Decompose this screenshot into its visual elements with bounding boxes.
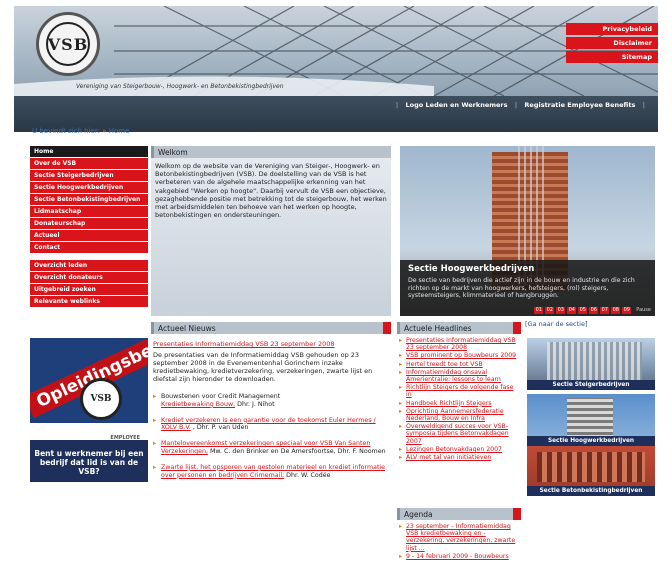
privacy-link[interactable]: Privacybeleid [566, 23, 658, 35]
nav-item-over[interactable]: Over de VSB [30, 158, 148, 170]
logo-text: VSB [46, 22, 90, 66]
headline-link[interactable]: Handboek Richtlijn Steigers [399, 400, 519, 407]
thumb-caption: Sectie Betonbekistingbedrijven [527, 486, 655, 496]
headline-link[interactable]: Informatiemiddag onsaval Amerientralie: … [399, 369, 519, 383]
breadcrumb-prefix: U bevindt zich hier: [32, 127, 100, 135]
slide-page-1[interactable]: 01 [534, 307, 544, 314]
welcome-panel: Welkom Welkom op de website van de Veren… [151, 146, 391, 316]
thumb-caption: Sectie Hoogwerkbedrijven [527, 436, 655, 446]
employee-benefits-link[interactable]: Registratie Employee Benefits [524, 101, 635, 109]
vsb-seal: VSB [80, 378, 122, 420]
list-item: Krediet verzekeren is een garantie voor … [153, 417, 391, 433]
slide-page-4[interactable]: 04 [567, 307, 577, 314]
news-item-post: Dhr. W. Codée [284, 471, 331, 479]
thumb-hoogwerkbedrijven[interactable]: Sectie Hoogwerkbedrijven [527, 394, 655, 446]
news-item-post: , Dhr. P. van Uden [190, 424, 249, 432]
disclaimer-link[interactable]: Disclaimer [566, 37, 658, 49]
agenda-link[interactable]: 23 september - Informatiemiddag VSB kred… [399, 523, 519, 552]
slide-page-3[interactable]: 03 [556, 307, 566, 314]
sidebar-nav: Home Over de VSB Sectie Steigerbedrijven… [30, 146, 148, 314]
news-panel: Actueel Nieuws Presentaties Informatiemi… [151, 322, 391, 584]
employee-banner-text: Bent u werknemer bij een bedrijf dat lid… [34, 449, 144, 476]
list-item: Mantelovereenkomst verzekeringen speciaa… [153, 440, 391, 456]
nav-item-contact[interactable]: Contact [30, 242, 148, 254]
headlines-heading: Actuele Headlines [397, 322, 521, 334]
welcome-heading: Welkom [151, 146, 391, 158]
employee-label: EMPLOYEE [110, 435, 140, 441]
nav-item-hoogwerkbedrijven[interactable]: Sectie Hoogwerkbedrijven [30, 182, 148, 194]
news-list: Bouwstenen voor Credit Management Kredie… [153, 393, 391, 479]
breadcrumb: U bevindt zich hier: » Home [32, 127, 129, 135]
news-lead-body: De presentaties van de Informatiemiddag … [153, 351, 373, 383]
breadcrumb-separator: » [102, 127, 107, 135]
employee-banner[interactable]: EMPLOYEE Bent u werknemer bij een bedrij… [30, 434, 148, 482]
nav-item-home[interactable]: Home [30, 146, 148, 158]
site-header: VSB Vereniging van Steigerbouw-, Hoogwer… [14, 6, 658, 96]
logo-members-link[interactable]: Logo Leden en Werknemers [406, 101, 508, 109]
headlines-list: Presentaties Informatiemiddag VSB 23 sep… [397, 334, 521, 465]
agenda-heading: Agenda [397, 508, 521, 520]
building-thumbnail-image [567, 398, 613, 438]
slide-page-8[interactable]: 08 [611, 307, 621, 314]
thumb-caption: Sectie Steigerbedrijven [527, 380, 655, 390]
headline-link[interactable]: Richtlijn Steigers de volgende fase in [399, 384, 519, 398]
news-item-post: Dhr. J. Nihot [235, 400, 275, 408]
nav-item-donateurschap[interactable]: Donateurschap [30, 218, 148, 230]
nav-item-lidmaatschap[interactable]: Lidmaatschap [30, 206, 148, 218]
news-item-link[interactable]: Kredietbewaking Bouw, [161, 401, 235, 408]
headline-link[interactable]: Lezingen Betonvakdagen 2007 [399, 446, 519, 453]
list-item: Bouwstenen voor Credit Management Kredie… [153, 393, 391, 409]
opleidingsbedrijf-banner[interactable]: Opleidingsbedrijf VSB [30, 338, 148, 423]
headline-link[interactable]: Presentaties Informatiemiddag VSB 23 sep… [399, 337, 519, 351]
headline-link[interactable]: Overweldigend succes voor VSB-symposia t… [399, 423, 519, 445]
agenda-link[interactable]: 9 - 14 februari 2009 - Bouwbeurs [399, 553, 519, 560]
nav-item-overzicht-donateurs[interactable]: Overzicht donateurs [30, 272, 148, 284]
news-lead-title[interactable]: Presentaties Informatiemiddag VSB 23 sep… [153, 340, 389, 348]
thumb-steigerbedrijven[interactable]: Sectie Steigerbedrijven [527, 338, 655, 390]
slide-page-7[interactable]: 07 [600, 307, 610, 314]
nav-item-weblinks[interactable]: Relevante weblinks [30, 296, 148, 308]
scaffold-thumbnail-image [547, 342, 642, 380]
list-item: Zwarte lijst, het opsporen van gestolen … [153, 464, 391, 480]
nav-item-uitgebreid-zoeken[interactable]: Uitgebreid zoeken [30, 284, 148, 296]
agenda-list: 23 september - Informatiemiddag VSB kred… [397, 520, 521, 564]
nav-group-search: Overzicht leden Overzicht donateurs Uitg… [30, 260, 148, 308]
thumb-betonbekisting[interactable]: Sectie Betonbekistingbedrijven [527, 446, 655, 496]
nav-item-betonbekisting[interactable]: Sectie Betonbekistingbedrijven [30, 194, 148, 206]
slide-page-6[interactable]: 06 [589, 307, 599, 314]
top-links: Privacybeleid Disclaimer Sitemap [566, 23, 658, 65]
slide-page-5[interactable]: 05 [578, 307, 588, 314]
pause-button[interactable]: Pause [636, 307, 651, 314]
headline-link[interactable]: Hertel treedt toe tot VSB [399, 361, 519, 368]
headline-link[interactable]: Oprichting Aannemersfederatie Nederland,… [399, 408, 519, 422]
welcome-text: Welkom op de website van de Vereniging v… [155, 162, 387, 220]
go-to-section-link[interactable]: [Ga naar de sectie] [525, 320, 588, 328]
nav-item-steigerbedrijven[interactable]: Sectie Steigerbedrijven [30, 170, 148, 182]
news-heading: Actueel Nieuws [151, 322, 391, 334]
sitemap-link[interactable]: Sitemap [566, 51, 658, 63]
headline-link[interactable]: ALV met tal van initiatieven [399, 454, 519, 461]
slide-page-2[interactable]: 02 [545, 307, 555, 314]
slide-description: De sectie van bedrijven die actief zijn … [408, 277, 635, 299]
news-item-post: Mw. C. den Brinker en De Amersfoortse, D… [207, 447, 386, 455]
breadcrumb-home[interactable]: Home [109, 127, 130, 135]
slide-title: Sectie Hoogwerkbedrijven [408, 264, 535, 274]
nav-group-main: Home Over de VSB Sectie Steigerbedrijven… [30, 146, 148, 254]
site-tagline: Vereniging van Steigerbouw-, Hoogwerk- e… [76, 83, 284, 90]
slide-page-9[interactable]: 09 [622, 307, 632, 314]
nav-item-overzicht-leden[interactable]: Overzicht leden [30, 260, 148, 272]
formwork-thumbnail-image [537, 452, 645, 482]
vsb-logo[interactable]: VSB [36, 12, 100, 76]
section-slideshow[interactable]: Sectie Hoogwerkbedrijven De sectie van b… [400, 146, 655, 316]
news-item-link[interactable]: Zwarte lijst, het opsporen van gestolen … [161, 464, 385, 479]
nav-item-actueel[interactable]: Actueel [30, 230, 148, 242]
news-item-pre: Bouwstenen voor Credit Management [161, 393, 281, 400]
slide-pager: 01 02 03 04 05 06 07 08 09 Pause [534, 307, 651, 314]
agenda-panel: Agenda 23 september - Informatiemiddag V… [397, 508, 521, 587]
headline-link[interactable]: VSB prominent op Bouwbeurs 2009 [399, 352, 519, 359]
band-links: | Logo Leden en Werknemers | Registratie… [395, 101, 645, 109]
headlines-panel: Actuele Headlines Presentaties Informati… [397, 322, 521, 500]
